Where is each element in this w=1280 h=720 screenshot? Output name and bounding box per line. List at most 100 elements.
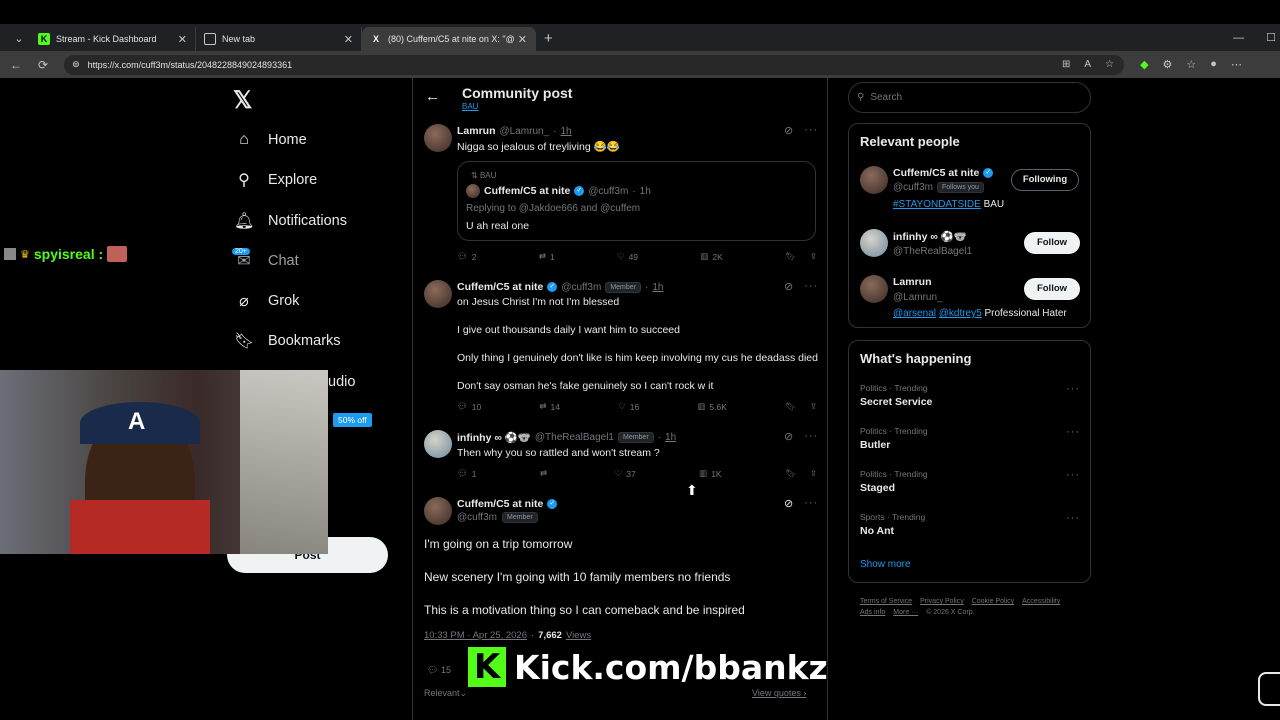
follow-button[interactable]: Follow — [1024, 232, 1080, 254]
more-icon[interactable]: ··· — [1066, 426, 1080, 438]
avatar[interactable] — [860, 166, 888, 194]
views-button[interactable]: ▥ 5.6K — [697, 401, 727, 412]
grok-icon[interactable]: ⊘ — [784, 280, 794, 293]
app-icon[interactable]: ⊞ — [1062, 59, 1070, 70]
author-name[interactable]: Cuffem/C5 at nite — [457, 281, 543, 293]
trend-item[interactable]: Politics · Trending Staged — [860, 469, 928, 494]
views-button[interactable]: ▥ 1K — [699, 468, 721, 479]
like-button[interactable]: ♡ 49 — [617, 251, 638, 262]
reply-button[interactable]: 💬︎ 1 — [457, 468, 477, 479]
nav-home[interactable]: ⌂ Home — [234, 125, 307, 155]
follow-button[interactable]: Follow — [1024, 278, 1080, 300]
author-handle[interactable]: @cuff3m — [457, 512, 497, 523]
bookmark-icon[interactable]: 🔖︎ — [785, 468, 796, 479]
search-bar[interactable]: ⚲ Search — [848, 82, 1091, 113]
nav-notifications[interactable]: 🔔︎ Notifications — [234, 206, 347, 236]
trend-item[interactable]: Politics · Trending Secret Service — [860, 383, 932, 408]
more-icon[interactable]: ··· — [1066, 512, 1080, 524]
tab-search-button[interactable]: ⌄ — [8, 27, 30, 49]
settings-icon[interactable]: ⚙ — [1163, 58, 1173, 71]
author-name[interactable]: Lamrun — [457, 125, 496, 137]
back-icon[interactable]: ← — [10, 58, 22, 72]
tab-close-icon[interactable]: ✕ — [178, 33, 187, 46]
hashtag-link[interactable]: #STAYONDATSIDE — [893, 199, 981, 210]
favorite-star-icon[interactable]: ☆ — [1105, 59, 1114, 70]
footer-link[interactable]: Privacy Policy — [920, 598, 964, 605]
x-logo-icon[interactable]: 𝕏 — [233, 86, 252, 115]
extension-icon[interactable]: ◆ — [1140, 58, 1148, 71]
promo-badge[interactable]: 50% off — [333, 413, 372, 427]
footer-link[interactable]: Cookie Policy — [972, 598, 1014, 605]
post-timestamp[interactable]: 10:33 PM · Apr 25, 2026 — [424, 630, 527, 641]
following-button[interactable]: Following — [1011, 169, 1079, 191]
footer-link[interactable]: Ads info — [860, 609, 885, 616]
nav-partial-item[interactable]: udio — [328, 367, 355, 397]
trend-item[interactable]: Politics · Trending Butler — [860, 426, 928, 451]
reply-button[interactable]: 💬︎ 2 — [457, 251, 477, 262]
tweet-time[interactable]: 1h — [560, 126, 571, 137]
avatar[interactable] — [860, 275, 888, 303]
avatar[interactable] — [424, 430, 452, 458]
person-handle[interactable]: @TheRealBagel1 — [893, 246, 972, 257]
tab-kick-dashboard[interactable]: K Stream - Kick Dashboard ✕ — [30, 27, 196, 51]
bookmark-icon[interactable]: 🔖︎ — [785, 251, 796, 262]
author-handle[interactable]: @cuff3m — [561, 282, 601, 293]
mention-link[interactable]: @arsenal — [893, 308, 936, 319]
community-link[interactable]: BAU — [462, 102, 478, 111]
person-handle[interactable]: @cuff3m — [893, 182, 933, 193]
menu-icon[interactable]: ⋯ — [1231, 58, 1242, 71]
footer-link[interactable]: Terms of Service — [860, 598, 912, 605]
like-button[interactable]: ♡ 16 — [618, 401, 639, 412]
footer-link[interactable]: More ··· — [893, 609, 918, 616]
view-quotes-link[interactable]: View quotes › — [752, 688, 806, 698]
avatar[interactable] — [424, 497, 452, 525]
author-name[interactable]: infinhy ∞ ⚽🐨 — [457, 431, 531, 444]
new-tab-button[interactable]: + — [544, 30, 553, 47]
mention-link[interactable]: @kdtrey5 — [939, 308, 982, 319]
show-more-link[interactable]: Show more — [860, 559, 911, 570]
messages-drawer-icon[interactable] — [1258, 672, 1280, 706]
views-button[interactable]: ▥ 2K — [700, 251, 722, 262]
collections-icon[interactable]: ☆ — [1186, 58, 1196, 71]
nav-bookmarks[interactable]: 🔖︎ Bookmarks — [234, 326, 341, 356]
tab-new-tab[interactable]: New tab ✕ — [196, 27, 362, 51]
grok-icon[interactable]: ⊘ — [784, 497, 794, 510]
views-label[interactable]: Views — [566, 630, 591, 641]
tab-x-post[interactable]: X (80) Cuffem/C5 at nite on X: "@Th ✕ — [362, 27, 536, 51]
more-icon[interactable]: ··· — [804, 430, 818, 443]
grok-icon[interactable]: ⊘ — [784, 430, 794, 443]
sort-dropdown[interactable]: Relevant⌄ — [424, 688, 467, 699]
read-aloud-icon[interactable]: A — [1084, 59, 1091, 70]
tweet-time[interactable]: 1h — [652, 282, 663, 293]
avatar[interactable] — [424, 124, 452, 152]
repost-button[interactable]: ⇄ — [540, 468, 551, 479]
profile-avatar-icon[interactable]: ● — [1210, 58, 1217, 71]
quote-community[interactable]: ⇅ BAU — [471, 171, 496, 180]
nav-grok[interactable]: ⌀ Grok — [234, 286, 299, 316]
main-reply-button[interactable]: 💬︎ 15 — [427, 665, 451, 676]
tab-close-icon[interactable]: ✕ — [518, 33, 527, 46]
person-name[interactable]: Lamrun — [893, 276, 932, 288]
like-button[interactable]: ♡ 37 — [615, 468, 636, 479]
grok-icon[interactable]: ⊘ — [784, 124, 794, 137]
site-info-icon[interactable]: ⊜ — [72, 59, 80, 70]
more-icon[interactable]: ··· — [1066, 383, 1080, 395]
more-icon[interactable]: ··· — [804, 124, 818, 137]
more-icon[interactable]: ··· — [804, 497, 818, 510]
person-name[interactable]: Cuffem/C5 at nite — [893, 167, 979, 179]
tab-close-icon[interactable]: ✕ — [344, 33, 353, 46]
author-handle[interactable]: @TheRealBagel1 — [535, 432, 614, 443]
tweet-time[interactable]: 1h — [665, 432, 676, 443]
person-name[interactable]: infinhy ∞ ⚽🐨 — [893, 230, 967, 243]
person-handle[interactable]: @Lamrun_ — [893, 292, 943, 303]
bookmark-icon[interactable]: 🔖︎ — [785, 401, 796, 412]
avatar[interactable] — [424, 280, 452, 308]
maximize-icon[interactable]: ☐ — [1266, 31, 1276, 44]
more-icon[interactable]: ··· — [804, 280, 818, 293]
share-icon[interactable]: ⇪ — [810, 401, 817, 412]
repost-button[interactable]: ⇄ 14 — [539, 401, 560, 412]
avatar[interactable] — [860, 229, 888, 257]
reload-icon[interactable]: ⟳ — [38, 58, 48, 72]
share-icon[interactable]: ⇪ — [810, 251, 817, 262]
more-icon[interactable]: ··· — [1066, 469, 1080, 481]
